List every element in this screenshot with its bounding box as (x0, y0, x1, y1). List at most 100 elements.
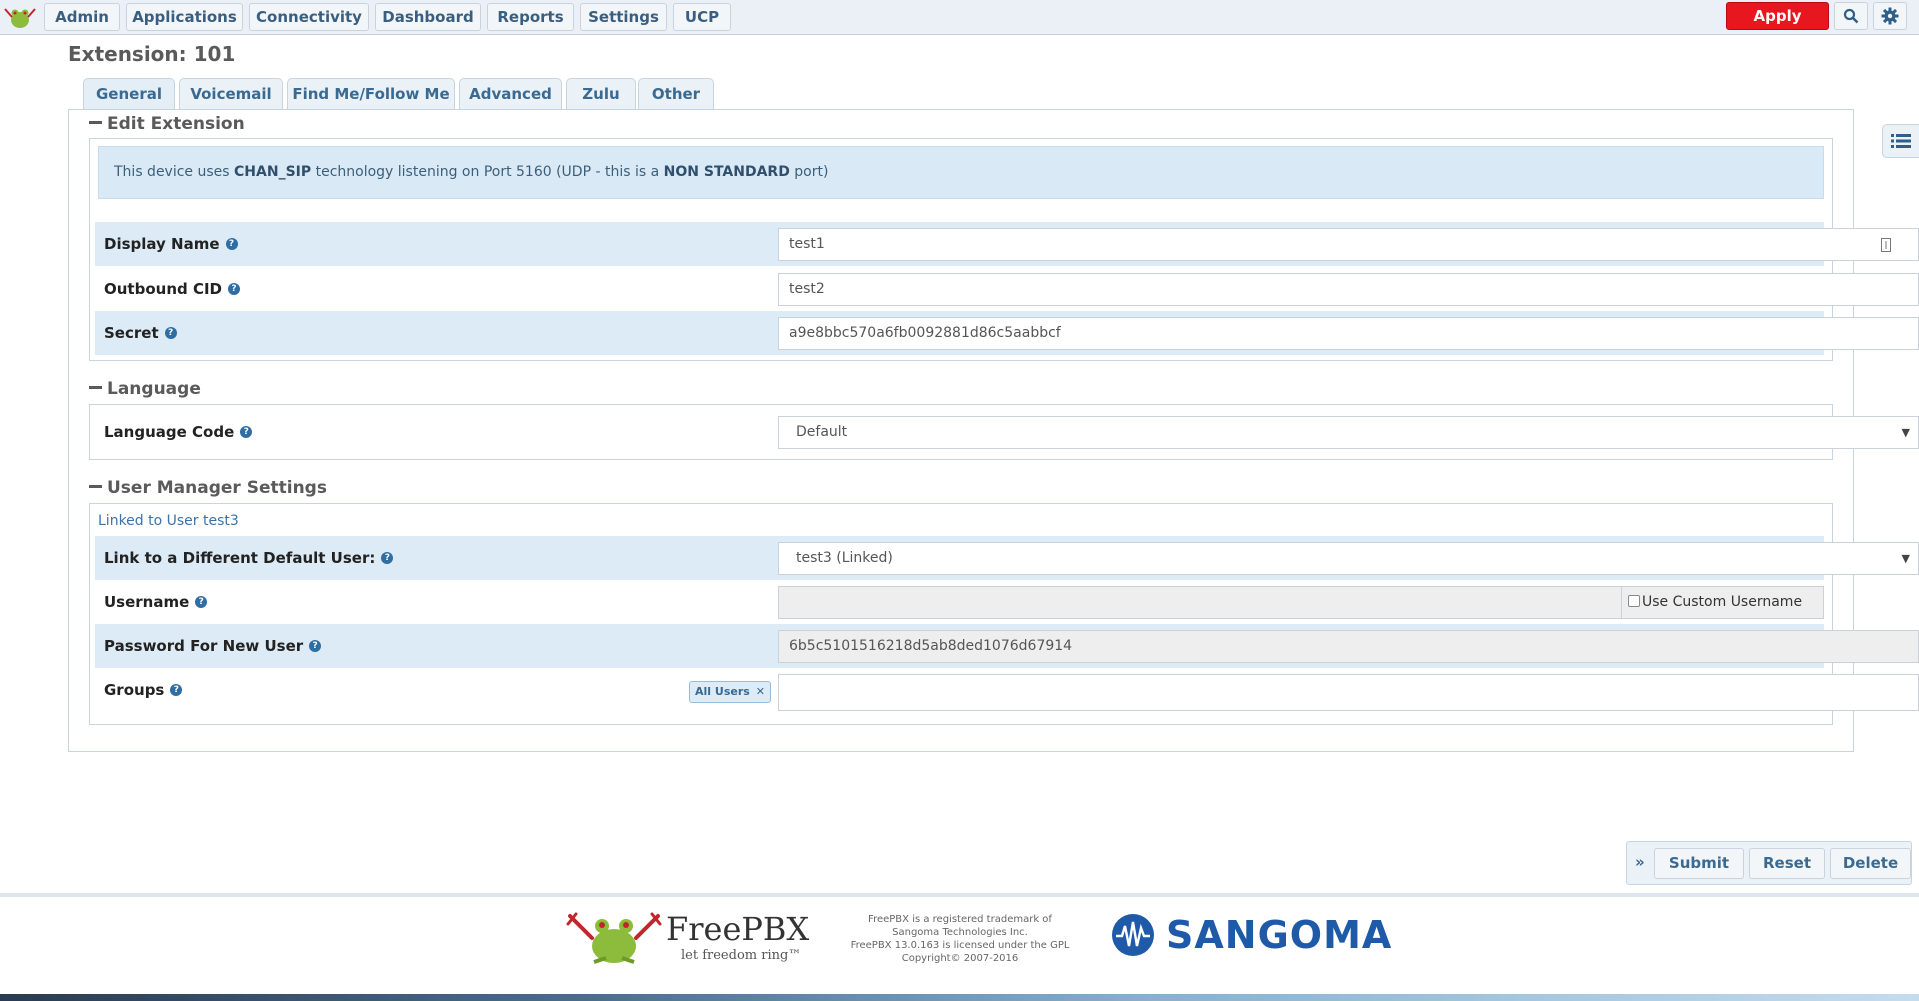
groups-multiselect[interactable] (778, 674, 1919, 711)
device-info-alert: This device uses CHAN_SIP technology lis… (98, 146, 1824, 199)
secret-input[interactable]: a9e8bbc570a6fb0092881d86c5aabbcf (778, 317, 1919, 350)
row-secret: Secret? a9e8bbc570a6fb0092881d86c5aabbcf (95, 311, 1919, 355)
nav-settings[interactable]: Settings (580, 3, 667, 31)
username-input[interactable] (778, 586, 1717, 619)
row-password: Password For New User? 6b5c5101516218d5a… (95, 624, 1919, 668)
outbound-cid-label: Outbound CID? (104, 267, 241, 311)
row-outbound-cid: Outbound CID? test2 (95, 267, 1919, 311)
nav-ucp[interactable]: UCP (673, 3, 731, 31)
label-text: Link to a Different Default User: (104, 549, 376, 567)
collapse-icon (89, 484, 102, 488)
help-icon[interactable]: ? (381, 551, 394, 564)
row-groups: Groups? (95, 668, 1919, 712)
username-label: Username? (104, 580, 208, 624)
chevron-right-icon[interactable]: » (1635, 853, 1645, 871)
sangoma-logo-icon[interactable] (1110, 912, 1156, 958)
nav-admin[interactable]: Admin (44, 3, 120, 31)
display-name-input[interactable]: test1 (778, 228, 1919, 261)
footer-legal: FreePBX is a registered trademark of San… (850, 913, 1070, 965)
sangoma-wordmark: SANGOMA (1166, 913, 1393, 957)
chevron-down-icon: ▼ (1901, 426, 1910, 439)
section-language[interactable]: Language (89, 379, 201, 399)
label-text: Language Code (104, 423, 235, 441)
label-text: Username (104, 593, 190, 611)
use-custom-username-toggle[interactable]: Use Custom Username (1621, 586, 1824, 619)
freepbx-logo-icon[interactable] (566, 910, 662, 968)
help-icon[interactable]: ? (164, 326, 177, 339)
label-text: Password For New User (104, 637, 304, 655)
row-display-name: Display Name? test1 (95, 222, 1919, 266)
row-username: Username? (95, 580, 1824, 624)
text-cursor-icon (1881, 238, 1891, 252)
info-nonstandard: NON STANDARD (663, 164, 790, 180)
delete-button[interactable]: Delete (1830, 848, 1911, 879)
footer-line: Copyright© 2007-2016 (901, 953, 1019, 964)
nav-applications[interactable]: Applications (126, 3, 243, 31)
password-label: Password For New User? (104, 624, 322, 668)
nav-dashboard[interactable]: Dashboard (375, 3, 481, 31)
chevron-down-icon: ▼ (1901, 552, 1910, 565)
info-text-mid: technology listening on Port 5160 (UDP -… (311, 164, 664, 180)
section-title: User Manager Settings (107, 478, 327, 498)
footer-line: Sangoma Technologies Inc. (892, 927, 1028, 938)
label-text: Display Name (104, 235, 220, 253)
row-language-code: Language Code? Default ▼ (95, 410, 1919, 454)
apply-config-button[interactable]: Apply Config (1726, 2, 1829, 51)
custom-username-checkbox[interactable] (1628, 595, 1640, 607)
gear-icon (1881, 7, 1899, 25)
linked-user-link[interactable]: Linked to User test3 (98, 513, 239, 529)
tag-label: All Users (695, 685, 750, 698)
help-icon[interactable]: ? (228, 282, 241, 295)
collapse-icon (89, 385, 102, 389)
tab-other[interactable]: Other (638, 78, 714, 110)
help-icon[interactable]: ? (195, 595, 208, 608)
footer-separator (0, 893, 1919, 897)
nav-reports[interactable]: Reports (487, 3, 574, 31)
search-button[interactable] (1834, 2, 1868, 30)
password-input[interactable]: 6b5c5101516218d5ab8ded1076d67914 (778, 630, 1919, 663)
close-icon[interactable]: ✕ (756, 685, 765, 698)
help-icon[interactable]: ? (240, 425, 253, 438)
tab-voicemail[interactable]: Voicemail (179, 78, 283, 110)
help-icon[interactable]: ? (309, 639, 322, 652)
section-title: Edit Extension (107, 114, 245, 134)
tab-zulu[interactable]: Zulu (566, 78, 636, 110)
language-code-label: Language Code? (104, 410, 253, 454)
top-navbar: Admin Applications Connectivity Dashboar… (0, 0, 1919, 51)
help-icon[interactable]: ? (225, 237, 238, 250)
footer-line[interactable]: FreePBX 13.0.163 is licensed under the G… (850, 939, 1070, 952)
select-value: Default (796, 424, 848, 440)
info-text-post: port) (789, 164, 829, 180)
language-code-select[interactable]: Default ▼ (778, 416, 1919, 449)
search-icon (1843, 8, 1859, 24)
outbound-cid-input[interactable]: test2 (778, 273, 1919, 306)
groups-label: Groups? (104, 668, 183, 712)
secret-label: Secret? (104, 311, 177, 355)
footer-line: FreePBX is a registered trademark of (868, 914, 1052, 925)
list-icon (1891, 134, 1911, 148)
group-tag[interactable]: All Users ✕ (689, 681, 772, 703)
freepbx-tagline: let freedom ring™ (681, 948, 802, 963)
section-edit-extension[interactable]: Edit Extension (89, 114, 245, 134)
settings-button[interactable] (1873, 2, 1907, 30)
submit-button[interactable]: Submit (1654, 848, 1744, 879)
label-text: Secret (104, 324, 159, 342)
tab-find-me-follow-me[interactable]: Find Me/Follow Me (287, 78, 455, 110)
nav-connectivity[interactable]: Connectivity (249, 3, 369, 31)
checkbox-label: Use Custom Username (1642, 594, 1803, 610)
row-link-default-user: Link to a Different Default User:? test3… (95, 536, 1919, 580)
freepbx-frog-icon[interactable] (3, 5, 37, 29)
page-title: Extension: 101 (68, 42, 236, 66)
tab-advanced[interactable]: Advanced (459, 78, 562, 110)
side-nav-toggle[interactable] (1882, 124, 1919, 158)
help-icon[interactable]: ? (170, 683, 183, 696)
display-name-label: Display Name? (104, 222, 238, 266)
tab-general[interactable]: General (83, 78, 175, 111)
link-user-label: Link to a Different Default User:? (104, 536, 394, 580)
section-user-manager[interactable]: User Manager Settings (89, 478, 327, 498)
link-user-select[interactable]: test3 (Linked) ▼ (778, 542, 1919, 575)
freepbx-wordmark: FreePBX (666, 910, 810, 948)
reset-button[interactable]: Reset (1749, 848, 1825, 879)
info-text-pre: This device uses (114, 164, 235, 180)
action-bar: » Submit Reset Delete (1626, 841, 1912, 885)
